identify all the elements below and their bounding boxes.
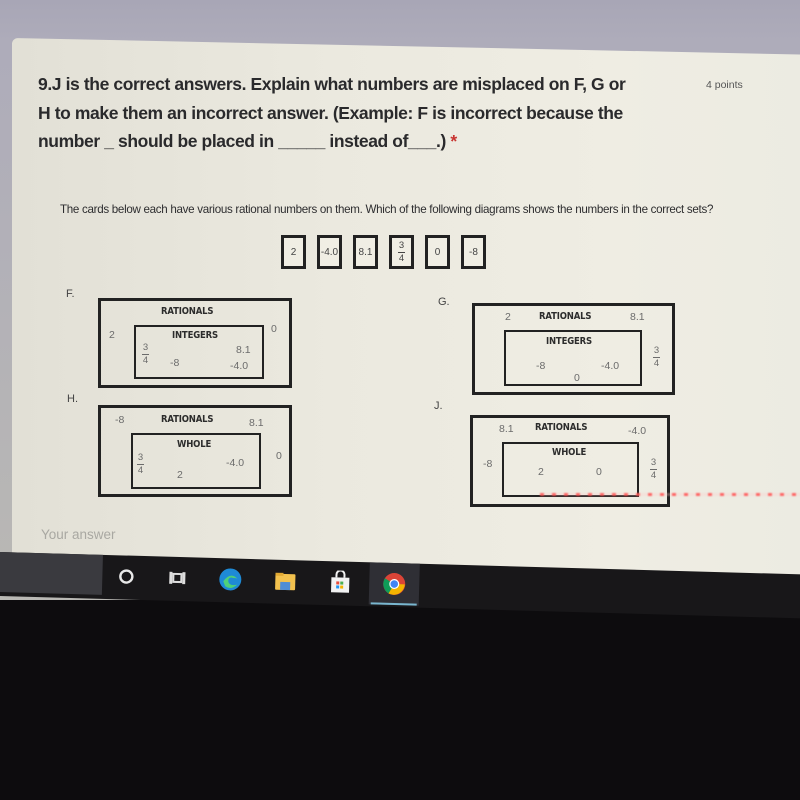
card-value: -8 [469, 246, 478, 258]
number-card: 0 [425, 235, 450, 269]
edge-icon[interactable] [217, 566, 244, 593]
set-number: -8 [170, 357, 180, 369]
inner-set: WHOLE 34 2 -4.0 [131, 433, 261, 489]
set-number: -8 [536, 360, 546, 372]
question-title: 9.J is the correct answers. Explain what… [38, 70, 708, 156]
card-value: -4.0 [320, 246, 339, 258]
set-number: -8 [115, 414, 125, 426]
inner-set: WHOLE 2 0 [502, 442, 639, 497]
inner-set-label: INTEGERS [172, 330, 218, 341]
task-view-icon[interactable] [164, 565, 191, 592]
question-prompt: The cards below each have various ration… [44, 203, 774, 216]
outer-set-label: RATIONALS [161, 306, 214, 317]
outer-set-label: RATIONALS [539, 311, 592, 322]
card-value: 8.1 [358, 246, 373, 258]
file-explorer-icon[interactable] [272, 568, 299, 595]
answer-input[interactable]: Your answer [41, 527, 116, 542]
laser-reflection [540, 493, 800, 496]
outer-set-label: RATIONALS [161, 414, 214, 425]
inner-set-label: WHOLE [177, 439, 212, 450]
set-number: 0 [271, 323, 277, 335]
set-number: 2 [177, 469, 183, 481]
required-marker: * [450, 131, 457, 151]
numerator: 3 [398, 239, 405, 251]
set-number: 2 [505, 311, 511, 323]
inner-set-label: WHOLE [552, 447, 587, 458]
fraction: 34 [142, 342, 149, 366]
option-h-letter: H. [67, 393, 78, 405]
number-card: -8 [461, 235, 486, 269]
number-card: 3 4 [389, 235, 414, 269]
option-g-diagram: RATIONALS 2 8.1 34 INTEGERS -8 -4.0 0 [472, 303, 675, 395]
question-text-line1: J is the correct answers. Explain what n… [51, 74, 626, 94]
set-number: -4.0 [226, 457, 245, 469]
cortana-icon[interactable] [113, 563, 140, 590]
points-label: 4 points [706, 79, 743, 91]
set-number: 0 [596, 466, 602, 478]
fraction: 34 [653, 345, 660, 369]
option-f-diagram: RATIONALS 2 0 INTEGERS 34 -8 8.1 -4.0 [98, 298, 292, 388]
inner-set: INTEGERS 34 -8 8.1 -4.0 [134, 325, 264, 379]
set-number: 8.1 [630, 311, 645, 323]
set-number: 8.1 [499, 423, 514, 435]
set-number: -4.0 [628, 425, 647, 437]
fraction: 34 [650, 457, 657, 481]
inner-set: INTEGERS -8 -4.0 0 [504, 330, 642, 386]
option-f-letter: F. [66, 288, 75, 300]
active-app-indicator [370, 602, 417, 606]
inner-set-label: INTEGERS [546, 336, 592, 347]
store-icon[interactable] [327, 569, 354, 596]
outer-set-label: RATIONALS [535, 422, 588, 433]
number-card: 8.1 [353, 235, 378, 269]
fraction: 34 [137, 452, 144, 476]
card-value: 0 [434, 246, 441, 258]
set-number: 8.1 [249, 417, 264, 429]
chrome-icon[interactable] [381, 571, 408, 598]
number-card: 2 [281, 235, 306, 269]
set-number: -8 [483, 458, 493, 470]
number-card: -4.0 [317, 235, 342, 269]
question-number: 9. [38, 74, 52, 94]
set-number: 2 [538, 466, 544, 478]
set-number: 0 [574, 372, 580, 384]
prompt-text: The cards below each have various ration… [60, 203, 714, 216]
set-number: 2 [109, 329, 115, 341]
question-text-line2: H to make them an incorrect answer. (Exa… [38, 102, 623, 123]
option-g-letter: G. [438, 296, 450, 308]
set-number: 8.1 [236, 344, 251, 356]
set-number: -4.0 [230, 360, 249, 372]
option-h-diagram: RATIONALS -8 8.1 0 WHOLE 34 2 -4.0 [98, 405, 292, 497]
card-value: 2 [290, 246, 297, 258]
denominator: 4 [398, 252, 405, 264]
taskbar-search-area[interactable] [0, 552, 103, 595]
number-cards: 2 -4.0 8.1 3 4 0 -8 [281, 235, 486, 269]
question-text-line3: number _ should be placed in _____ inste… [38, 131, 446, 151]
option-j-letter: J. [434, 400, 443, 412]
set-number: -4.0 [601, 360, 620, 372]
fraction: 3 4 [398, 239, 405, 264]
set-number: 0 [276, 450, 282, 462]
